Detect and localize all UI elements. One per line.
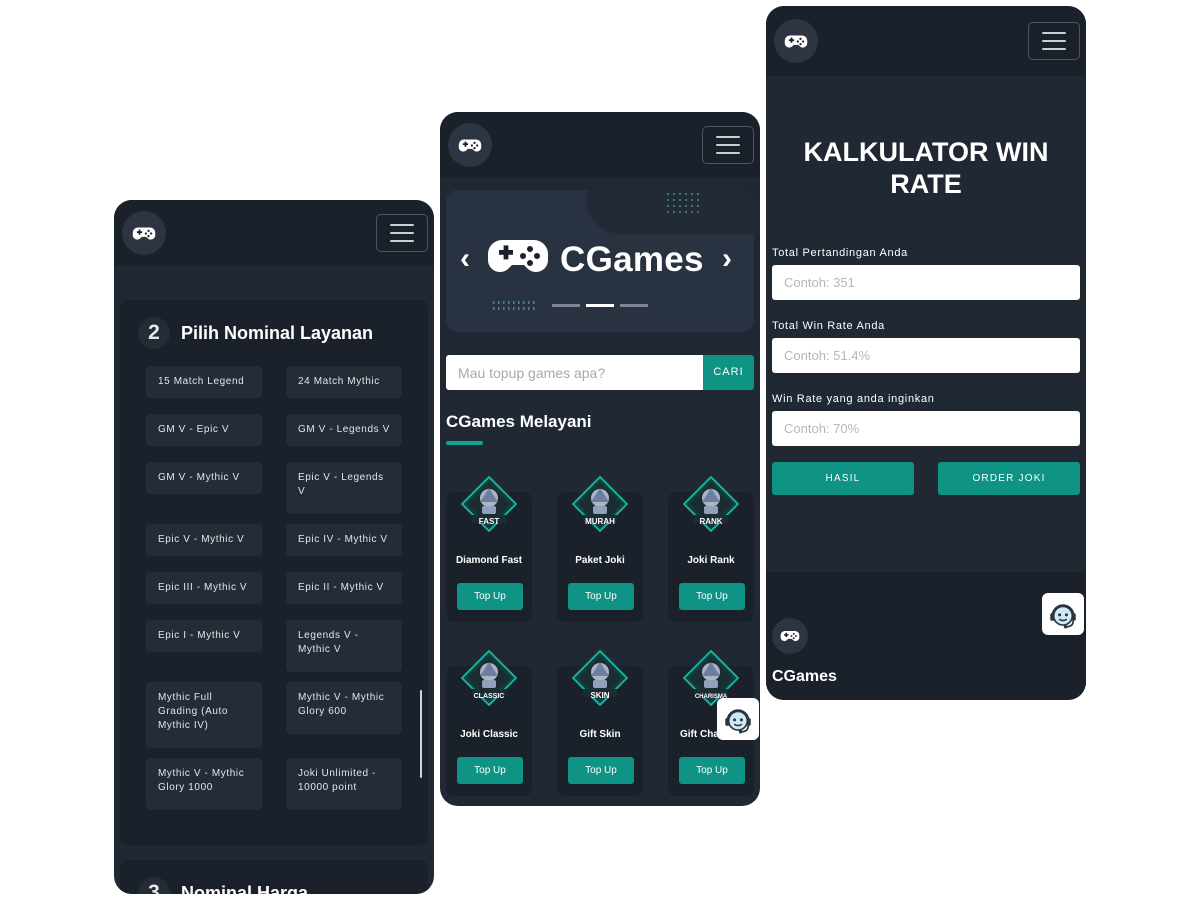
section-title: CGames Melayani bbox=[446, 412, 592, 431]
logo[interactable] bbox=[448, 123, 492, 167]
gamepad-icon bbox=[780, 629, 800, 643]
service-card[interactable]: SKIN Gift Skin Top Up bbox=[557, 666, 643, 796]
topup-button[interactable]: Top Up bbox=[457, 757, 523, 784]
hero-banner[interactable]: ‹ CGames › bbox=[446, 190, 754, 332]
search-button[interactable]: CARI bbox=[703, 355, 754, 390]
hamburger-menu-icon[interactable] bbox=[1028, 22, 1080, 60]
badge-text: MURAH bbox=[585, 517, 615, 526]
customer-service-headset-icon bbox=[721, 702, 755, 736]
order-joki-button[interactable]: ORDER JOKI bbox=[938, 462, 1080, 495]
option-item[interactable]: Epic IV - Mythic V bbox=[286, 524, 402, 556]
carousel-indicator-active[interactable] bbox=[586, 304, 614, 307]
logo[interactable] bbox=[774, 19, 818, 63]
nominal-harga-card: 3 Nominal Harga bbox=[120, 860, 428, 894]
calculator-page-phone: KALKULATOR WIN RATE Total Pertandingan A… bbox=[766, 6, 1086, 700]
footer-brand: CGames bbox=[772, 668, 837, 685]
total-matches-input[interactable] bbox=[772, 265, 1080, 300]
navbar bbox=[440, 112, 760, 178]
service-card[interactable]: RANK Joki Rank Top Up bbox=[668, 492, 754, 622]
service-card[interactable]: MURAH Paket Joki Top Up bbox=[557, 492, 643, 622]
option-item[interactable]: Mythic Full Grading (Auto Mythic IV) bbox=[146, 682, 262, 748]
badge-text: RANK bbox=[699, 517, 722, 526]
topup-button[interactable]: Top Up bbox=[568, 583, 634, 610]
footer-logo[interactable] bbox=[772, 618, 808, 654]
option-item[interactable]: Epic V - Mythic V bbox=[146, 524, 262, 556]
badge-text: FAST bbox=[479, 517, 500, 526]
field-label: Total Win Rate Anda bbox=[772, 320, 885, 332]
nominal-layanan-card: 2 Pilih Nominal Layanan 15 Match Legend … bbox=[120, 300, 428, 845]
option-item[interactable]: Joki Unlimited - 10000 point bbox=[286, 758, 402, 810]
section-underline bbox=[446, 441, 483, 445]
option-item[interactable]: Epic V - Legends V bbox=[286, 462, 402, 514]
svg-text:FAST: FAST bbox=[479, 517, 500, 526]
topup-button[interactable]: Top Up bbox=[679, 583, 745, 610]
logo[interactable] bbox=[122, 211, 166, 255]
gamepad-icon bbox=[132, 225, 156, 242]
topup-button[interactable]: Top Up bbox=[568, 757, 634, 784]
hamburger-menu-icon[interactable] bbox=[702, 126, 754, 164]
option-item[interactable]: Epic III - Mythic V bbox=[146, 572, 262, 604]
option-item[interactable]: Mythic V - Mythic Glory 600 bbox=[286, 682, 402, 734]
option-item[interactable]: Legends V - Mythic V bbox=[286, 620, 402, 672]
field-label: Total Pertandingan Anda bbox=[772, 247, 908, 259]
service-name: Diamond Fast bbox=[455, 555, 523, 566]
step-title: Nominal Harga bbox=[181, 883, 309, 894]
order-page-phone: 2 Pilih Nominal Layanan 15 Match Legend … bbox=[114, 200, 434, 894]
carousel-prev-button[interactable]: ‹ bbox=[460, 242, 470, 276]
svg-text:MURAH: MURAH bbox=[585, 517, 615, 526]
badge-text: SKIN bbox=[590, 691, 609, 700]
step-number: 2 bbox=[138, 317, 170, 349]
customer-service-button[interactable] bbox=[717, 698, 759, 740]
service-card[interactable]: CLASSIC Joki Classic Top Up bbox=[446, 666, 532, 796]
page-title-line: RATE bbox=[890, 169, 962, 199]
option-item[interactable]: GM V - Mythic V bbox=[146, 462, 262, 494]
dot-pattern-decoration bbox=[667, 193, 699, 213]
service-name: Joki Classic bbox=[460, 729, 518, 740]
carousel-indicator[interactable] bbox=[552, 304, 580, 307]
page-title-line: KALKULATOR WIN bbox=[803, 137, 1049, 167]
search-input[interactable] bbox=[446, 355, 704, 390]
scrollbar[interactable] bbox=[420, 690, 422, 778]
footer: CGames bbox=[766, 572, 1086, 700]
field-label: Win Rate yang anda inginkan bbox=[772, 393, 935, 405]
result-button[interactable]: HASIL bbox=[772, 462, 914, 495]
carousel-indicator[interactable] bbox=[620, 304, 648, 307]
current-winrate-input[interactable] bbox=[772, 338, 1080, 373]
banner-brand: CGames bbox=[560, 240, 704, 279]
target-winrate-input[interactable] bbox=[772, 411, 1080, 446]
option-item[interactable]: GM V - Legends V bbox=[286, 414, 402, 446]
option-item[interactable]: GM V - Epic V bbox=[146, 414, 262, 446]
home-page-phone: ‹ CGames › CARI CGames Melayani FAST Dia… bbox=[440, 112, 760, 806]
navbar bbox=[114, 200, 434, 266]
svg-text:SKIN: SKIN bbox=[590, 691, 609, 700]
step-title: Pilih Nominal Layanan bbox=[181, 323, 374, 343]
svg-text:RANK: RANK bbox=[699, 517, 722, 526]
service-name: Joki Rank bbox=[687, 555, 735, 566]
navbar bbox=[766, 6, 1086, 76]
step-number: 3 bbox=[138, 877, 170, 894]
service-name: Paket Joki bbox=[575, 555, 625, 566]
service-name: Gift Cha bbox=[680, 729, 719, 740]
option-item[interactable]: 15 Match Legend bbox=[146, 366, 262, 398]
page-title: KALKULATOR WIN RATE bbox=[766, 136, 1086, 200]
carousel-next-button[interactable]: › bbox=[722, 242, 732, 276]
option-item[interactable]: 24 Match Mythic bbox=[286, 366, 402, 398]
topup-button[interactable]: Top Up bbox=[457, 583, 523, 610]
gamepad-icon bbox=[458, 137, 482, 154]
customer-service-headset-icon bbox=[1046, 597, 1080, 631]
option-item[interactable]: Mythic V - Mythic Glory 1000 bbox=[146, 758, 262, 810]
badge-text: CLASSIC bbox=[474, 693, 505, 700]
hamburger-menu-icon[interactable] bbox=[376, 214, 428, 252]
service-name: Gift Skin bbox=[579, 729, 621, 740]
option-item[interactable]: Epic II - Mythic V bbox=[286, 572, 402, 604]
topup-button[interactable]: Top Up bbox=[679, 757, 745, 784]
gamepad-icon bbox=[486, 232, 550, 280]
option-item[interactable]: Epic I - Mythic V bbox=[146, 620, 262, 652]
service-card[interactable]: FAST Diamond Fast Top Up bbox=[446, 492, 532, 622]
gamepad-icon bbox=[784, 33, 808, 50]
dot-pattern-decoration bbox=[493, 301, 535, 310]
customer-service-button[interactable] bbox=[1042, 593, 1084, 635]
svg-text:CLASSIC: CLASSIC bbox=[474, 693, 505, 700]
